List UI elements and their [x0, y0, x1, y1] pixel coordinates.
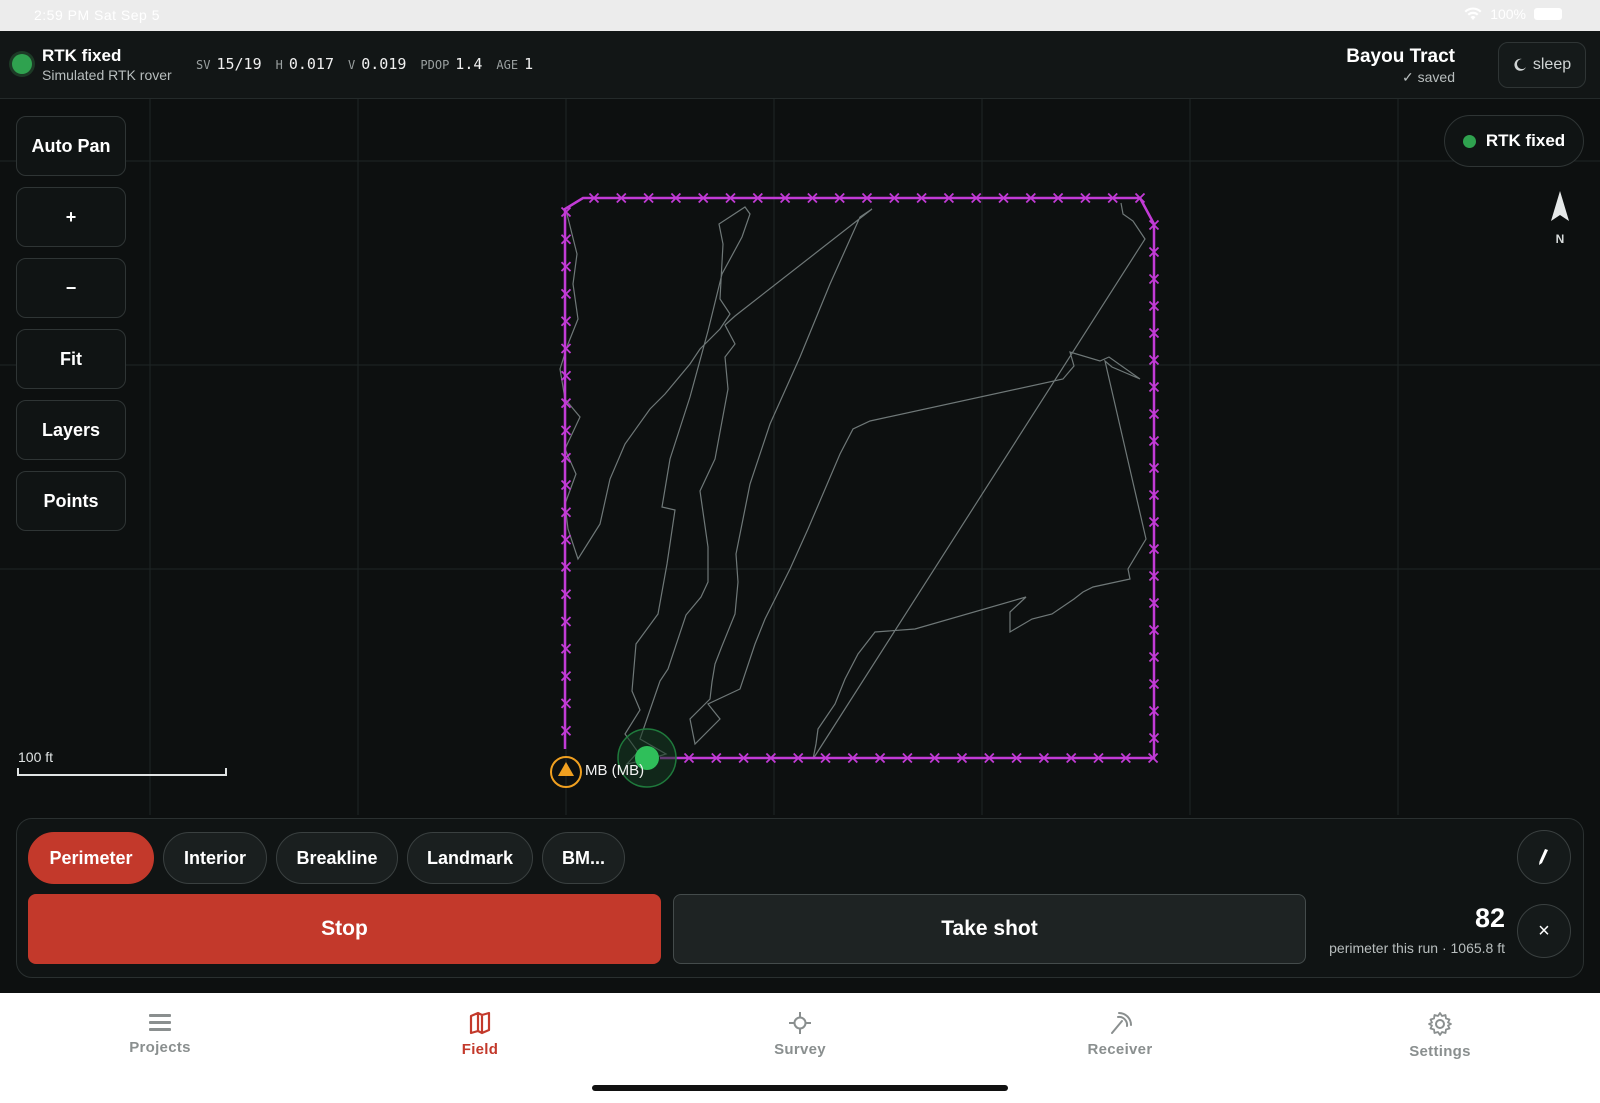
tab-receiver[interactable]: Receiver [1040, 1011, 1200, 1058]
fix-status: RTK fixed [42, 46, 122, 65]
stop-button[interactable]: Stop [28, 894, 661, 964]
antenna-icon [1111, 1012, 1132, 1034]
undo-button[interactable] [1517, 830, 1571, 884]
layers-button[interactable]: Layers [16, 400, 126, 460]
wifi-icon [1464, 7, 1482, 20]
capture-panel: Perimeter Interior Breakline Landmark BM… [16, 818, 1584, 978]
tab-field[interactable]: Field [400, 1011, 560, 1058]
home-indicator [592, 1085, 1008, 1091]
take-shot-button[interactable]: Take shot [673, 894, 1306, 964]
walked-track [559, 202, 1147, 765]
perimeter-line [563, 196, 1156, 760]
category-landmark[interactable]: Landmark [407, 832, 533, 884]
scale-bar [17, 768, 227, 776]
battery-percent: 100% [1490, 6, 1526, 22]
metric-v: V 0.019 [348, 55, 407, 73]
points-button[interactable]: Points [16, 471, 126, 531]
battery-icon [1534, 8, 1562, 20]
metric-sv: SV 15/19 [196, 55, 262, 73]
metric-age: AGE 1 [496, 55, 534, 73]
sleep-button[interactable]: sleep [1498, 42, 1586, 88]
fix-status-dot [12, 54, 32, 74]
system-status-bar: 2:59 PM Sat Sep 5 100% [0, 0, 1600, 31]
project-name: Bayou Tract [1346, 46, 1455, 67]
north-arrow-icon [1551, 191, 1569, 221]
perimeter-shot-markers [560, 192, 1160, 764]
fix-source: Simulated RTK rover [42, 67, 172, 83]
close-icon: × [1538, 919, 1550, 942]
rtk-status-dot [1462, 134, 1476, 148]
category-interior[interactable]: Interior [163, 832, 267, 884]
close-capture-button[interactable]: × [1517, 904, 1571, 958]
pen-icon [1539, 849, 1548, 865]
fit-button[interactable]: Fit [16, 329, 126, 389]
tab-label: Settings [1409, 1043, 1471, 1060]
tab-survey[interactable]: Survey [720, 1011, 880, 1058]
gnss-header: RTK fixed Simulated RTK rover SV 15/19 H0… [0, 31, 1600, 99]
list-icon [149, 1014, 171, 1031]
rtk-badge-label: RTK fixed [1485, 131, 1566, 150]
scale-label: 100 ft [18, 749, 54, 765]
sleep-label: sleep [1532, 56, 1572, 73]
map-icon [469, 1011, 491, 1035]
north-arrow: N [1548, 191, 1572, 246]
tab-label: Receiver [1087, 1041, 1153, 1058]
save-status: ✓ saved [1402, 69, 1455, 85]
auto-pan-button[interactable]: Auto Pan [16, 116, 126, 176]
category-breakline[interactable]: Breakline [276, 832, 398, 884]
north-label: N [1555, 232, 1565, 246]
base-marker-label: MB (MB) [585, 762, 645, 779]
gear-icon [1428, 1012, 1452, 1036]
moon-icon [1514, 58, 1526, 71]
crosshair-icon [789, 1012, 811, 1034]
clock: 2:59 PM Sat Sep 5 [34, 7, 161, 23]
tab-settings[interactable]: Settings [1360, 1011, 1520, 1060]
rtk-status-badge[interactable]: RTK fixed [1444, 115, 1584, 167]
zoom-in-button[interactable]: + [16, 187, 126, 247]
map-canvas[interactable] [0, 99, 1600, 815]
tab-label: Field [461, 1041, 499, 1058]
tab-projects[interactable]: Projects [80, 1011, 240, 1056]
tab-label: Projects [129, 1039, 191, 1056]
shot-count: 82 [1474, 903, 1505, 933]
category-bm[interactable]: BM... [542, 832, 625, 884]
zoom-out-button[interactable]: − [16, 258, 126, 318]
tab-label: Survey [774, 1041, 826, 1058]
shot-count-caption: perimeter this run · 1065.8 ft [1329, 940, 1505, 956]
field-map[interactable]: Auto Pan + − Fit Layers Points RTK fixed… [0, 99, 1600, 815]
category-perimeter[interactable]: Perimeter [28, 832, 154, 884]
metric-pdop: PDOP 1.4 [420, 55, 483, 73]
metric-h: H 0.017 [275, 55, 334, 73]
map-grid [0, 99, 1600, 815]
gnss-metrics: SV 15/19 H 0.017 V 0.019 PDOP 1.4 AGE 1 [196, 55, 547, 73]
